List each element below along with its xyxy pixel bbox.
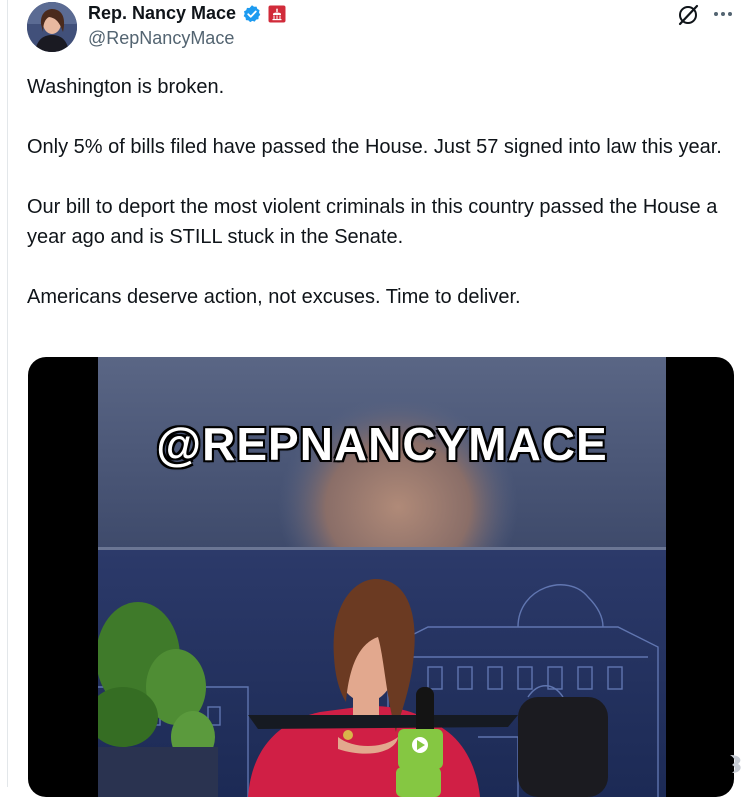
grok-icon[interactable] (676, 3, 700, 27)
tweet-paragraph: Only 5% of bills filed have passed the H… (27, 136, 722, 158)
avatar[interactable] (27, 2, 77, 52)
name-line: Rep. Nancy Mace (88, 3, 286, 24)
us-house-affiliation-icon[interactable] (268, 5, 286, 23)
timeline-border (7, 0, 8, 787)
video-watermark-text: @REPNANCYMACE (156, 418, 608, 470)
tweet-text: Washington is broken. Only 5% of bills f… (27, 72, 739, 312)
tweet-paragraph: Our bill to deport the most violent crim… (27, 196, 718, 248)
author-handle[interactable]: @RepNancyMace (88, 28, 234, 49)
verified-badge-icon (243, 4, 261, 22)
more-options-icon[interactable] (712, 4, 734, 24)
tweet-paragraph: Americans deserve action, not excuses. T… (27, 286, 521, 308)
video-frame[interactable]: @REPNANCYMACE (98, 357, 666, 797)
tweet-paragraph: Washington is broken. (27, 76, 225, 98)
display-name[interactable]: Rep. Nancy Mace (88, 3, 236, 24)
tweet-header: Rep. Nancy Mace @RepNancyMace (0, 0, 752, 60)
video-player[interactable]: @REPNANCYMACE (28, 357, 734, 797)
watermark-logo-icon (730, 755, 741, 773)
